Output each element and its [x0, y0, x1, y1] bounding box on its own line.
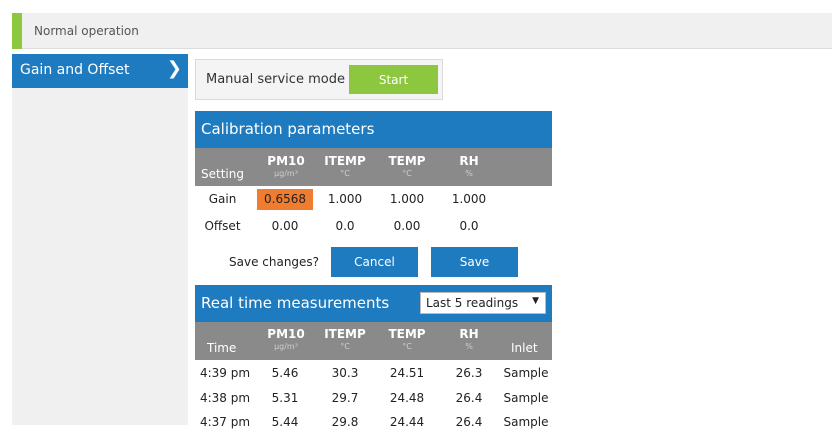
offset-rh-field[interactable]: 0.0 [441, 219, 497, 233]
time-cell: 4:37 pm [199, 415, 251, 429]
column-header-itemp: ITEMP °C [324, 154, 366, 178]
sidebar-item-label: Gain and Offset [20, 62, 130, 78]
save-button[interactable]: Save [431, 247, 518, 277]
save-question: Save changes? [229, 255, 320, 269]
time-cell: 4:39 pm [199, 366, 251, 380]
pm10-cell: 5.31 [271, 391, 299, 405]
column-header-time: Time [207, 341, 237, 355]
row-label-offset: Offset [204, 219, 241, 233]
table-row: 4:37 pm 5.44 29.8 24.44 26.4 Sample [195, 410, 552, 436]
manual-service-label: Manual service mode [206, 72, 345, 87]
gain-temp-field[interactable]: 1.000 [379, 192, 435, 206]
dropdown-arrow-icon: ▼ [532, 296, 539, 306]
calibration-panel: Calibration parameters Setting PM10 µg/m… [195, 111, 552, 285]
calibration-title: Calibration parameters [201, 120, 375, 138]
table-row: Gain 0.6568 1.000 1.000 1.000 [195, 187, 552, 213]
column-header-temp: TEMP °C [388, 154, 426, 178]
gain-pm10-field[interactable]: 0.6568 [257, 189, 313, 210]
temp-cell: 24.48 [389, 391, 425, 405]
table-row: 4:38 pm 5.31 29.7 24.48 26.4 Sample [195, 386, 552, 412]
table-row: Offset 0.00 0.0 0.00 0.0 [195, 214, 552, 240]
column-header-inlet: Inlet [511, 341, 538, 355]
realtime-header: Real time measurements Last 5 readings ▼ [195, 285, 552, 322]
rh-cell: 26.4 [455, 415, 483, 429]
column-header-temp: TEMP °C [388, 327, 426, 351]
itemp-cell: 29.7 [331, 391, 359, 405]
realtime-title: Real time measurements [201, 294, 390, 312]
status-bar: Normal operation [12, 13, 832, 49]
pm10-cell: 5.46 [271, 366, 299, 380]
offset-temp-field[interactable]: 0.00 [379, 219, 435, 233]
calibration-column-headers: Setting PM10 µg/m³ ITEMP °C TEMP °C RH % [195, 148, 552, 186]
realtime-column-headers: Time PM10 µg/m³ ITEMP °C TEMP °C RH % In… [195, 322, 552, 360]
row-label-gain: Gain [208, 192, 237, 206]
temp-cell: 24.44 [389, 415, 425, 429]
time-cell: 4:38 pm [199, 391, 251, 405]
status-text: Normal operation [34, 24, 139, 38]
inlet-cell: Sample [503, 366, 549, 380]
sidebar: Gain and Offset ❯ [12, 54, 188, 425]
column-header-rh: RH % [459, 327, 479, 351]
readings-select-value: Last 5 readings [426, 296, 519, 310]
offset-pm10-field[interactable]: 0.00 [257, 219, 313, 233]
temp-cell: 24.51 [389, 366, 425, 380]
cancel-button[interactable]: Cancel [331, 247, 418, 277]
inlet-cell: Sample [503, 415, 549, 429]
column-header-pm10: PM10 µg/m³ [267, 154, 305, 178]
offset-itemp-field[interactable]: 0.0 [317, 219, 373, 233]
save-row: Save changes? Cancel Save [195, 247, 552, 277]
column-header-itemp: ITEMP °C [324, 327, 366, 351]
column-header-rh: RH % [459, 154, 479, 178]
status-indicator [12, 13, 22, 49]
readings-select[interactable]: Last 5 readings ▼ [420, 292, 546, 314]
gain-rh-field[interactable]: 1.000 [441, 192, 497, 206]
column-header-setting: Setting [201, 167, 244, 181]
pm10-cell: 5.44 [271, 415, 299, 429]
itemp-cell: 29.8 [331, 415, 359, 429]
calibration-header: Calibration parameters [195, 111, 552, 148]
gain-itemp-field[interactable]: 1.000 [317, 192, 373, 206]
start-button[interactable]: Start [349, 65, 438, 94]
table-row: 4:39 pm 5.46 30.3 24.51 26.3 Sample [195, 361, 552, 387]
rh-cell: 26.4 [455, 391, 483, 405]
sidebar-item-gain-and-offset[interactable]: Gain and Offset ❯ [12, 54, 188, 88]
chevron-right-icon: ❯ [166, 58, 182, 79]
realtime-panel: Real time measurements Last 5 readings ▼… [195, 285, 552, 429]
rh-cell: 26.3 [455, 366, 483, 380]
itemp-cell: 30.3 [331, 366, 359, 380]
manual-service-panel: Manual service mode Start [195, 59, 443, 100]
column-header-pm10: PM10 µg/m³ [267, 327, 305, 351]
inlet-cell: Sample [503, 391, 549, 405]
